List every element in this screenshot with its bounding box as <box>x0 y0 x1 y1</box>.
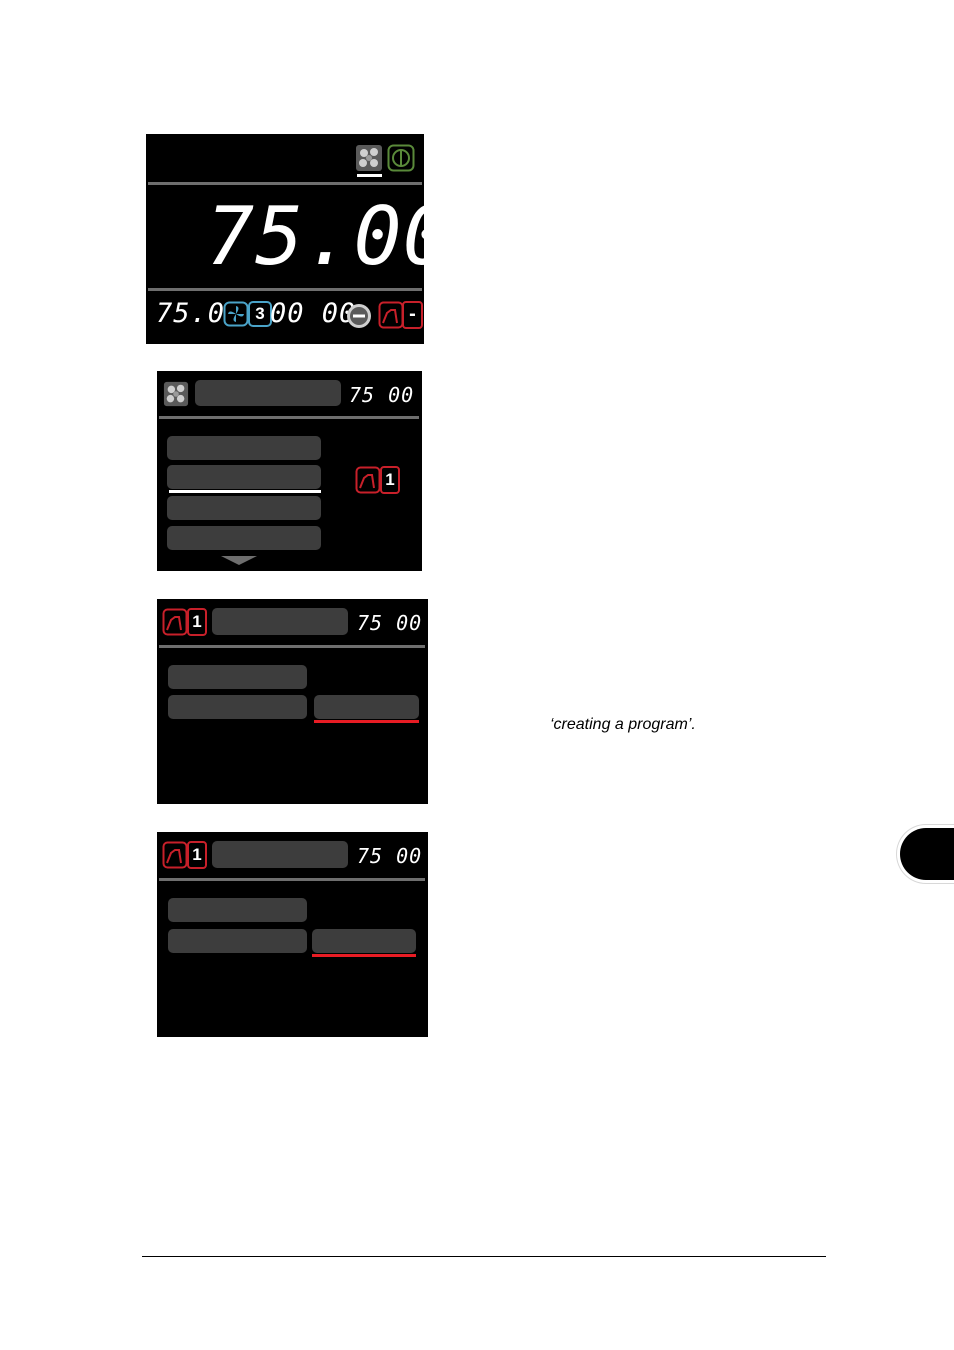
header-divider <box>148 182 422 185</box>
chapter-side-tab <box>900 828 954 880</box>
minus-icon[interactable] <box>346 303 372 329</box>
current-temperature: 75 00 <box>357 611 423 635</box>
header-divider <box>159 645 425 648</box>
current-temperature: 75 00 <box>357 844 423 868</box>
program-profile-icon <box>162 608 188 636</box>
program-number-badge: 1 <box>380 466 400 494</box>
footer-rule <box>142 1256 826 1257</box>
menu-item[interactable] <box>167 526 321 550</box>
program-title-field <box>212 841 348 868</box>
program-indicator: - <box>402 301 423 329</box>
program-option[interactable] <box>168 695 307 719</box>
main-temperature: 75.00 <box>206 190 424 283</box>
program-option[interactable] <box>168 898 307 922</box>
header-divider <box>159 878 425 881</box>
selection-underline <box>357 174 382 177</box>
power-icon[interactable] <box>387 144 415 172</box>
program-number-badge: 1 <box>187 608 207 636</box>
program-profile-icon <box>162 841 188 869</box>
program-option[interactable] <box>168 929 307 953</box>
header-divider <box>159 416 419 419</box>
cooling-fan-icon[interactable] <box>355 144 383 172</box>
scroll-down-arrow-icon[interactable] <box>221 556 257 566</box>
program-title-field <box>212 608 348 635</box>
program-profile-icon <box>355 466 381 494</box>
timer-display: 00 00 <box>270 298 357 329</box>
menu-screen: 75 00 1 <box>157 371 422 571</box>
menu-item[interactable] <box>167 496 321 520</box>
selection-underline <box>314 720 419 723</box>
menu-item-selected[interactable] <box>167 465 321 489</box>
fan-speed-badge: 3 <box>248 301 272 327</box>
menu-title-field <box>195 380 341 406</box>
selection-underline <box>169 490 321 493</box>
status-divider <box>148 288 422 291</box>
caption-text: ‘creating a program’. <box>550 716 696 733</box>
program-option[interactable] <box>168 665 307 689</box>
program-profile-icon[interactable] <box>378 301 404 329</box>
program-screen: 1 75 00 <box>157 599 428 804</box>
menu-item[interactable] <box>167 436 321 460</box>
program-screen: 1 75 00 <box>157 832 428 1037</box>
cooling-fan-icon <box>163 381 189 407</box>
selection-underline <box>312 954 416 957</box>
program-option-selected[interactable] <box>312 929 416 953</box>
home-screen: 75.00 75.0 3 00 00 - <box>146 134 424 344</box>
fan-icon[interactable] <box>223 301 249 327</box>
program-number-badge: 1 <box>187 841 207 869</box>
status-temperature: 75.0 <box>156 298 226 329</box>
current-temperature: 75 00 <box>349 383 415 407</box>
program-option-selected[interactable] <box>314 695 419 719</box>
